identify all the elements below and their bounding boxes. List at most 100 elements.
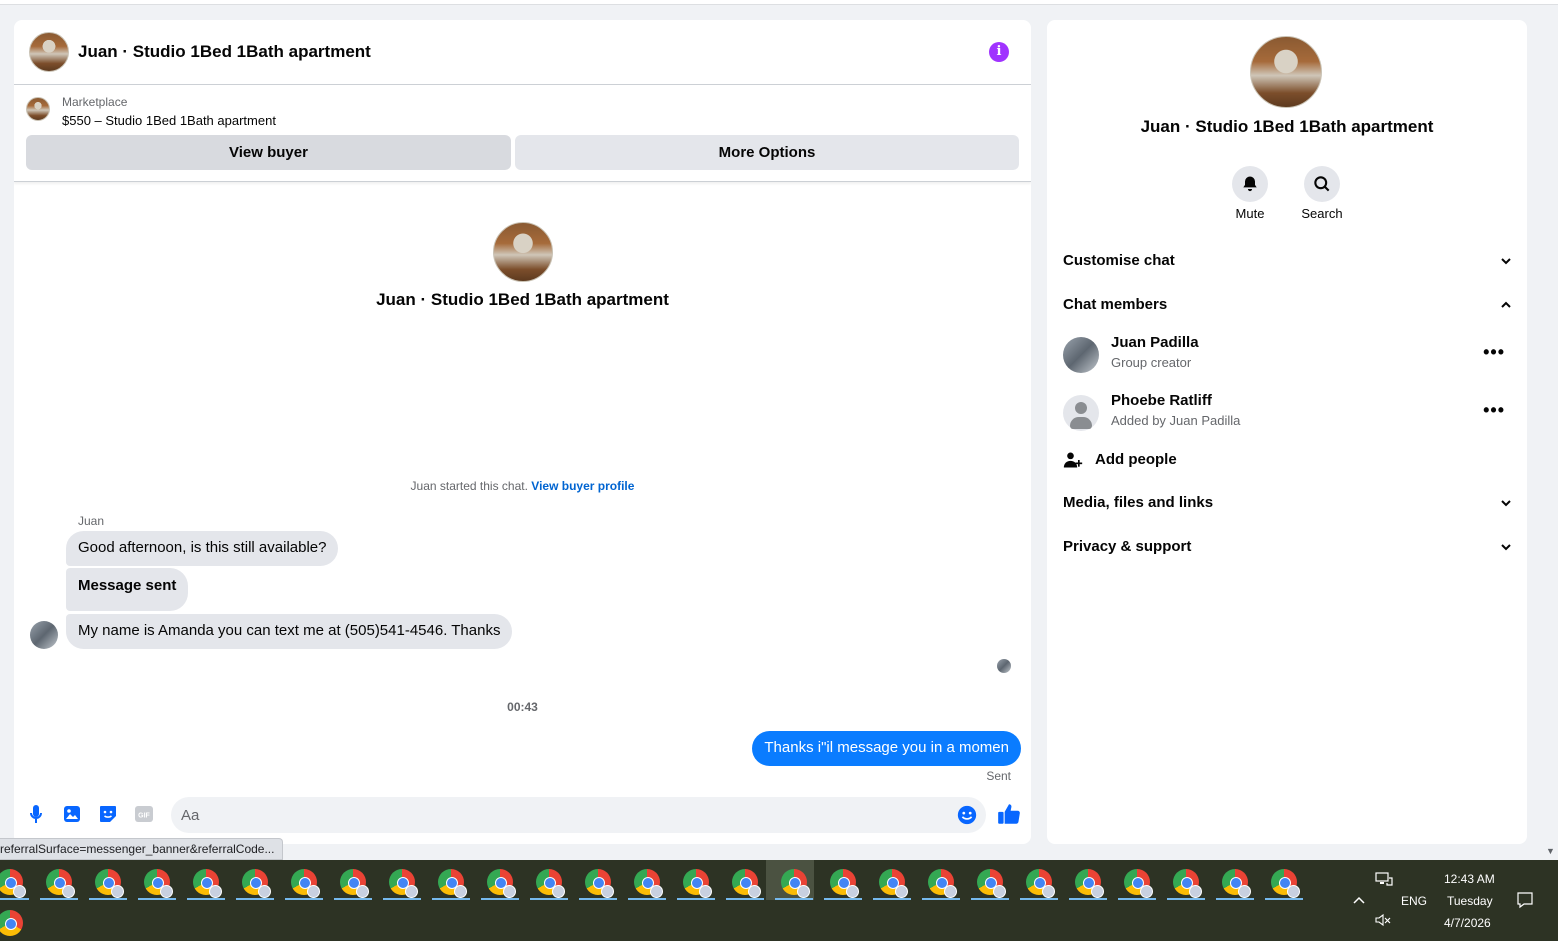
profile-badge-icon (209, 885, 222, 898)
chat-started-notice: Juan started this chat. View buyer profi… (14, 479, 1031, 493)
chat-details-panel: Juan · Studio 1Bed 1Bath apartment Mute … (1047, 20, 1527, 844)
bell-icon (1243, 176, 1257, 192)
chrome-taskbar-icon[interactable] (634, 869, 663, 898)
add-person-icon (1063, 452, 1083, 468)
chrome-taskbar-icon[interactable] (1026, 869, 1055, 898)
more-options-button[interactable]: More Options (515, 135, 1019, 170)
chevron-down-icon (1501, 258, 1511, 265)
intro-title: Juan · Studio 1Bed 1Bath apartment (376, 290, 669, 309)
more-options-icon[interactable]: ••• (1483, 400, 1505, 421)
profile-badge-icon (1140, 885, 1153, 898)
view-buyer-button[interactable]: View buyer (26, 135, 511, 170)
privacy-support-section[interactable]: Privacy & support (1063, 538, 1513, 562)
taskbar-running-indicator (1020, 898, 1058, 900)
profile-badge-icon (405, 885, 418, 898)
taskbar-running-indicator (0, 898, 29, 900)
clock-date[interactable]: 4/7/2026 (1444, 916, 1491, 930)
taskbar-running-indicator (432, 898, 470, 900)
chrome-taskbar-icon[interactable] (193, 869, 222, 898)
notification-center-icon[interactable] (1516, 891, 1534, 909)
chrome-taskbar-icon[interactable] (879, 869, 908, 898)
language-indicator[interactable]: ENG (1401, 894, 1427, 908)
member-row[interactable]: Juan Padilla Group creator ••• (1063, 334, 1513, 378)
chrome-taskbar-icon[interactable] (683, 869, 712, 898)
chrome-taskbar-icon[interactable] (977, 869, 1006, 898)
emoji-icon[interactable] (956, 804, 978, 826)
taskbar-running-indicator (1265, 898, 1303, 900)
chrome-taskbar-icon[interactable] (242, 869, 271, 898)
chevron-up-icon[interactable] (1352, 893, 1366, 905)
chrome-taskbar-icon[interactable] (291, 869, 320, 898)
chat-title[interactable]: Juan · Studio 1Bed 1Bath apartment (78, 42, 371, 62)
view-buyer-profile-link[interactable]: View buyer profile (531, 479, 634, 493)
message-bubble[interactable]: Message sent (66, 568, 189, 611)
chrome-taskbar-icon[interactable] (928, 869, 957, 898)
clock-time[interactable]: 12:43 AM (1444, 872, 1495, 886)
chrome-taskbar-icon[interactable] (781, 869, 810, 898)
taskbar-running-indicator (1118, 898, 1156, 900)
chat-panel: Juan · Studio 1Bed 1Bath apartment i Mar… (14, 20, 1031, 844)
sticker-icon[interactable] (96, 802, 120, 826)
sender-avatar[interactable] (30, 621, 58, 649)
info-icon[interactable]: i (989, 42, 1009, 62)
profile-badge-icon (307, 885, 320, 898)
chat-avatar[interactable] (29, 32, 69, 72)
media-files-section[interactable]: Media, files and links (1063, 494, 1513, 518)
message-bubble[interactable]: My name is Amanda you can text me at (50… (66, 614, 513, 649)
profile-badge-icon (1287, 885, 1300, 898)
volume-muted-icon[interactable] (1375, 913, 1391, 927)
chrome-taskbar-icon[interactable] (46, 869, 75, 898)
chrome-taskbar-icon[interactable] (1173, 869, 1202, 898)
profile-badge-icon (1238, 885, 1251, 898)
chrome-taskbar-icon[interactable] (1124, 869, 1153, 898)
chrome-taskbar-icon[interactable] (1271, 869, 1300, 898)
network-icon[interactable] (1375, 872, 1393, 886)
search-button[interactable] (1304, 166, 1340, 202)
chrome-taskbar-icon[interactable] (340, 869, 369, 898)
message-input-wrapper (171, 797, 986, 833)
avatar (1063, 337, 1099, 373)
listing-title[interactable]: $550 – Studio 1Bed 1Bath apartment (62, 113, 276, 128)
chrome-taskbar-icon[interactable] (389, 869, 418, 898)
avatar (1063, 395, 1099, 431)
more-options-icon[interactable]: ••• (1483, 342, 1505, 363)
gif-icon[interactable]: GIF (132, 802, 156, 826)
member-row[interactable]: Phoebe Ratliff Added by Juan Padilla ••• (1063, 392, 1513, 436)
profile-badge-icon (13, 885, 26, 898)
outgoing-message-bubble[interactable]: Thanks i"il message you in a momen (752, 731, 1021, 766)
thumbs-up-icon[interactable] (996, 801, 1022, 827)
chrome-taskbar-icon[interactable] (0, 869, 26, 898)
message-bubble[interactable]: Good afternoon, is this still available? (66, 531, 339, 566)
add-people-button[interactable]: Add people (1063, 448, 1363, 472)
marketplace-banner: Marketplace $550 – Studio 1Bed 1Bath apa… (14, 85, 1031, 182)
clock-day[interactable]: Tuesday (1447, 894, 1493, 908)
taskbar-running-indicator (1216, 898, 1254, 900)
chrome-taskbar-icon[interactable] (1222, 869, 1251, 898)
chevron-down-icon (1501, 500, 1511, 507)
details-avatar[interactable] (1250, 36, 1322, 108)
chrome-taskbar-icon[interactable] (95, 869, 124, 898)
add-people-label: Add people (1095, 451, 1177, 468)
customise-chat-section[interactable]: Customise chat (1063, 252, 1513, 276)
chrome-taskbar-icon[interactable] (732, 869, 761, 898)
microphone-icon[interactable] (24, 802, 48, 826)
scrollbar-down-arrow[interactable]: ▼ (1546, 846, 1555, 856)
chrome-taskbar-icon[interactable] (1075, 869, 1104, 898)
chrome-taskbar-icon[interactable] (585, 869, 614, 898)
chrome-taskbar-icon[interactable] (536, 869, 565, 898)
chat-members-section[interactable]: Chat members (1063, 296, 1513, 320)
mute-button[interactable] (1232, 166, 1268, 202)
chrome-taskbar-icon[interactable] (438, 869, 467, 898)
photo-icon[interactable] (60, 802, 84, 826)
taskbar-running-indicator (383, 898, 421, 900)
chevron-down-icon (1501, 544, 1511, 551)
message-input[interactable] (181, 797, 941, 833)
chrome-taskbar-icon[interactable] (830, 869, 859, 898)
chrome-taskbar-icon[interactable] (487, 869, 516, 898)
taskbar-running-indicator (726, 898, 764, 900)
privacy-support-label: Privacy & support (1063, 538, 1192, 555)
chrome-taskbar-icon[interactable] (144, 869, 173, 898)
profile-badge-icon (748, 885, 761, 898)
svg-text:GIF: GIF (138, 813, 150, 820)
sender-name: Juan (78, 514, 105, 528)
